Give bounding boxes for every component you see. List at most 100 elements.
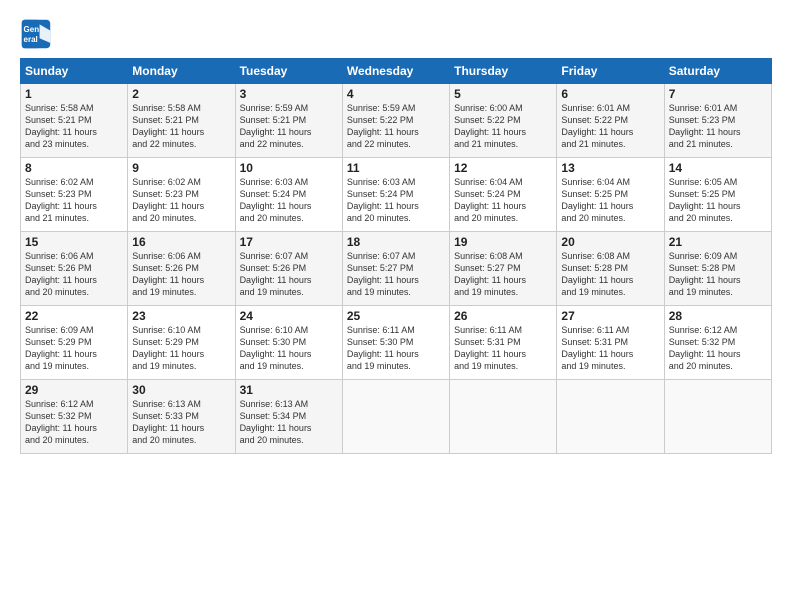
day-info: Sunrise: 6:04 AM Sunset: 5:25 PM Dayligh…: [561, 177, 633, 223]
day-info: Sunrise: 6:12 AM Sunset: 5:32 PM Dayligh…: [669, 325, 741, 371]
day-info: Sunrise: 6:11 AM Sunset: 5:31 PM Dayligh…: [454, 325, 526, 371]
col-header-wednesday: Wednesday: [342, 59, 449, 84]
day-number: 10: [240, 161, 338, 175]
calendar-cell: 15 Sunrise: 6:06 AM Sunset: 5:26 PM Dayli…: [21, 232, 128, 306]
calendar-cell: 4 Sunrise: 5:59 AM Sunset: 5:22 PM Daylig…: [342, 84, 449, 158]
calendar-cell: 10 Sunrise: 6:03 AM Sunset: 5:24 PM Dayli…: [235, 158, 342, 232]
svg-text:Gen: Gen: [24, 25, 40, 34]
day-number: 26: [454, 309, 552, 323]
day-number: 7: [669, 87, 767, 101]
calendar-cell: 9Sunrise: 6:02 AM Sunset: 5:23 PM Daylig…: [128, 158, 235, 232]
day-number: 21: [669, 235, 767, 249]
calendar-cell: 21 Sunrise: 6:09 AM Sunset: 5:28 PM Dayli…: [664, 232, 771, 306]
col-header-thursday: Thursday: [450, 59, 557, 84]
calendar-cell: 30 Sunrise: 6:13 AM Sunset: 5:33 PM Dayli…: [128, 380, 235, 454]
calendar-cell: 8 Sunrise: 6:02 AM Sunset: 5:23 PM Daylig…: [21, 158, 128, 232]
day-info: Sunrise: 6:08 AM Sunset: 5:28 PM Dayligh…: [561, 251, 633, 297]
day-info: Sunrise: 6:11 AM Sunset: 5:31 PM Dayligh…: [561, 325, 633, 371]
day-info: Sunrise: 6:06 AM Sunset: 5:26 PM Dayligh…: [25, 251, 97, 297]
day-info: Sunrise: 6:01 AM Sunset: 5:22 PM Dayligh…: [561, 103, 633, 149]
logo-icon: Gen eral: [20, 18, 52, 50]
calendar-cell: 16 Sunrise: 6:06 AM Sunset: 5:26 PM Dayli…: [128, 232, 235, 306]
calendar-cell: 26 Sunrise: 6:11 AM Sunset: 5:31 PM Dayli…: [450, 306, 557, 380]
calendar-cell: [557, 380, 664, 454]
day-info: Sunrise: 6:07 AM Sunset: 5:26 PM Dayligh…: [240, 251, 312, 297]
calendar-cell: 20Sunrise: 6:08 AM Sunset: 5:28 PM Dayli…: [557, 232, 664, 306]
calendar-cell: 13 Sunrise: 6:04 AM Sunset: 5:25 PM Dayli…: [557, 158, 664, 232]
day-info: Sunrise: 6:08 AM Sunset: 5:27 PM Dayligh…: [454, 251, 526, 297]
calendar-cell: 25Sunrise: 6:11 AM Sunset: 5:30 PM Dayli…: [342, 306, 449, 380]
day-info: Sunrise: 6:02 AM Sunset: 5:23 PM Dayligh…: [25, 177, 97, 223]
header-row: SundayMondayTuesdayWednesdayThursdayFrid…: [21, 59, 772, 84]
col-header-sunday: Sunday: [21, 59, 128, 84]
day-info: Sunrise: 6:10 AM Sunset: 5:30 PM Dayligh…: [240, 325, 312, 371]
calendar-cell: 29Sunrise: 6:12 AM Sunset: 5:32 PM Dayli…: [21, 380, 128, 454]
col-header-monday: Monday: [128, 59, 235, 84]
day-number: 6: [561, 87, 659, 101]
calendar-cell: 6 Sunrise: 6:01 AM Sunset: 5:22 PM Daylig…: [557, 84, 664, 158]
calendar-cell: 17Sunrise: 6:07 AM Sunset: 5:26 PM Dayli…: [235, 232, 342, 306]
calendar-cell: 5Sunrise: 6:00 AM Sunset: 5:22 PM Daylig…: [450, 84, 557, 158]
day-info: Sunrise: 5:59 AM Sunset: 5:22 PM Dayligh…: [347, 103, 419, 149]
day-number: 13: [561, 161, 659, 175]
day-info: Sunrise: 6:09 AM Sunset: 5:29 PM Dayligh…: [25, 325, 97, 371]
col-header-saturday: Saturday: [664, 59, 771, 84]
calendar-cell: 3Sunrise: 5:59 AM Sunset: 5:21 PM Daylig…: [235, 84, 342, 158]
day-info: Sunrise: 6:03 AM Sunset: 5:24 PM Dayligh…: [240, 177, 312, 223]
day-info: Sunrise: 6:07 AM Sunset: 5:27 PM Dayligh…: [347, 251, 419, 297]
day-info: Sunrise: 6:09 AM Sunset: 5:28 PM Dayligh…: [669, 251, 741, 297]
calendar-cell: [342, 380, 449, 454]
page: Gen eral SundayMondayTuesdayWednesdayThu…: [0, 0, 792, 612]
calendar-cell: 7 Sunrise: 6:01 AM Sunset: 5:23 PM Daylig…: [664, 84, 771, 158]
day-info: Sunrise: 6:01 AM Sunset: 5:23 PM Dayligh…: [669, 103, 741, 149]
calendar-cell: 2 Sunrise: 5:58 AM Sunset: 5:21 PM Daylig…: [128, 84, 235, 158]
calendar-cell: 24 Sunrise: 6:10 AM Sunset: 5:30 PM Dayli…: [235, 306, 342, 380]
day-number: 31: [240, 383, 338, 397]
calendar-cell: 31 Sunrise: 6:13 AM Sunset: 5:34 PM Dayli…: [235, 380, 342, 454]
calendar-table: SundayMondayTuesdayWednesdayThursdayFrid…: [20, 58, 772, 454]
day-info: Sunrise: 6:13 AM Sunset: 5:33 PM Dayligh…: [132, 399, 204, 445]
calendar-cell: 11 Sunrise: 6:03 AM Sunset: 5:24 PM Dayli…: [342, 158, 449, 232]
day-number: 2: [132, 87, 230, 101]
day-info: Sunrise: 5:58 AM Sunset: 5:21 PM Dayligh…: [132, 103, 204, 149]
day-number: 24: [240, 309, 338, 323]
col-header-friday: Friday: [557, 59, 664, 84]
col-header-tuesday: Tuesday: [235, 59, 342, 84]
day-number: 5: [454, 87, 552, 101]
day-number: 27: [561, 309, 659, 323]
day-number: 16: [132, 235, 230, 249]
day-number: 23: [132, 309, 230, 323]
svg-text:eral: eral: [24, 35, 38, 44]
day-info: Sunrise: 6:13 AM Sunset: 5:34 PM Dayligh…: [240, 399, 312, 445]
day-info: Sunrise: 6:03 AM Sunset: 5:24 PM Dayligh…: [347, 177, 419, 223]
day-info: Sunrise: 6:12 AM Sunset: 5:32 PM Dayligh…: [25, 399, 97, 445]
day-number: 28: [669, 309, 767, 323]
day-info: Sunrise: 6:05 AM Sunset: 5:25 PM Dayligh…: [669, 177, 741, 223]
day-number: 15: [25, 235, 123, 249]
calendar-cell: [664, 380, 771, 454]
calendar-cell: 12Sunrise: 6:04 AM Sunset: 5:24 PM Dayli…: [450, 158, 557, 232]
calendar-cell: 27 Sunrise: 6:11 AM Sunset: 5:31 PM Dayli…: [557, 306, 664, 380]
day-number: 3: [240, 87, 338, 101]
day-number: 1: [25, 87, 123, 101]
calendar-cell: 1 Sunrise: 5:58 AM Sunset: 5:21 PM Daylig…: [21, 84, 128, 158]
calendar-cell: 22 Sunrise: 6:09 AM Sunset: 5:29 PM Dayli…: [21, 306, 128, 380]
day-info: Sunrise: 6:06 AM Sunset: 5:26 PM Dayligh…: [132, 251, 204, 297]
week-row-1: 1 Sunrise: 5:58 AM Sunset: 5:21 PM Daylig…: [21, 84, 772, 158]
day-number: 14: [669, 161, 767, 175]
day-number: 8: [25, 161, 123, 175]
week-row-4: 22 Sunrise: 6:09 AM Sunset: 5:29 PM Dayli…: [21, 306, 772, 380]
day-number: 9: [132, 161, 230, 175]
week-row-3: 15 Sunrise: 6:06 AM Sunset: 5:26 PM Dayli…: [21, 232, 772, 306]
week-row-5: 29Sunrise: 6:12 AM Sunset: 5:32 PM Dayli…: [21, 380, 772, 454]
day-number: 30: [132, 383, 230, 397]
calendar-cell: [450, 380, 557, 454]
week-row-2: 8 Sunrise: 6:02 AM Sunset: 5:23 PM Daylig…: [21, 158, 772, 232]
day-number: 4: [347, 87, 445, 101]
calendar-cell: 14 Sunrise: 6:05 AM Sunset: 5:25 PM Dayli…: [664, 158, 771, 232]
day-number: 11: [347, 161, 445, 175]
day-info: Sunrise: 5:58 AM Sunset: 5:21 PM Dayligh…: [25, 103, 97, 149]
header: Gen eral: [20, 18, 772, 50]
day-info: Sunrise: 6:11 AM Sunset: 5:30 PM Dayligh…: [347, 325, 419, 371]
day-number: 22: [25, 309, 123, 323]
